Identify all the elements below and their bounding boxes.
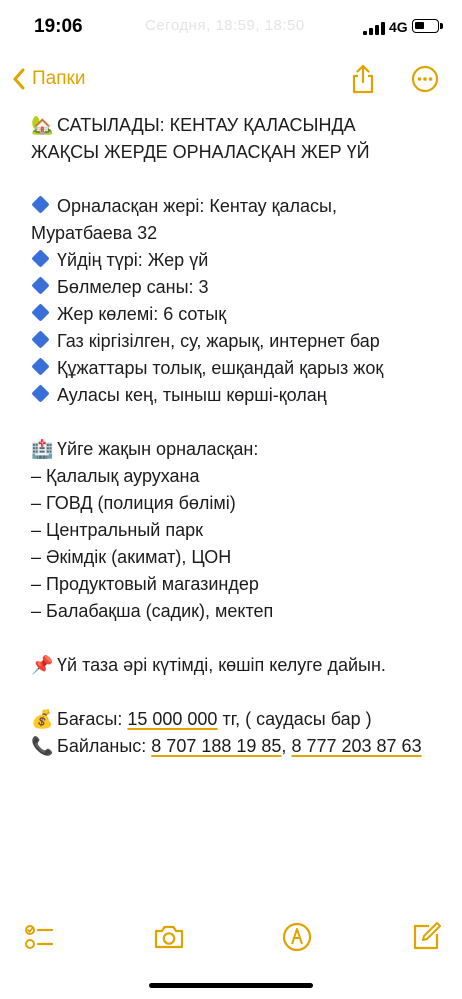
blue-diamond-icon [31, 195, 50, 214]
nearby-heading: 🏥 Үйге жақын орналасқан: [31, 436, 441, 463]
chevron-left-icon [13, 68, 25, 90]
house-with-garden-icon: 🏡 [31, 115, 54, 136]
detail-item: Үйдің түрі: Жер үй [31, 247, 441, 274]
status-time: 19:06 [34, 16, 83, 37]
blue-diamond-icon [31, 276, 50, 295]
nearby-item: – Балабақша (садик), мектеп [31, 601, 274, 621]
note-body[interactable]: 🏡 САТЫЛАДЫ: КЕНТАУ ҚАЛАСЫНДА ЖАҚСЫ ЖЕРДЕ … [31, 112, 441, 760]
detail-item: Құжаттары толық, ешқандай қарыз жоқ [31, 355, 441, 382]
nearby-item: – Қалалық аурухана [31, 466, 200, 486]
note-title: 🏡 САТЫЛАДЫ: КЕНТАУ ҚАЛАСЫНДА [31, 112, 441, 139]
nearby-item: – Центральный парк [31, 520, 204, 540]
back-label: Папки [32, 68, 86, 89]
detail-item: Орналасқан жері: Кентау қаласы, Муратбае… [31, 195, 337, 243]
camera-icon[interactable] [152, 920, 186, 954]
money-bag-icon: 💰 [31, 709, 54, 730]
more-options-icon[interactable] [411, 65, 439, 93]
price-line: 💰 Бағасы: 15 000 000 тг, ( саудасы бар ) [31, 706, 441, 733]
detail-item: Жер көлемі: 6 сотық [31, 301, 441, 328]
blue-diamond-icon [31, 303, 50, 322]
status-ghost-text: Сегодня, 18:59, 18:50 [145, 17, 305, 34]
network-type: 4G [389, 19, 408, 35]
note-title-continued: ЖАҚСЫ ЖЕРДЕ ОРНАЛАСҚАН ЖЕР ҮЙ [31, 142, 370, 162]
battery-icon [412, 19, 443, 33]
checklist-icon[interactable] [22, 920, 56, 954]
price-value-link[interactable]: 15 000 000 [127, 709, 217, 729]
detail-item: Газ кіргізілген, су, жарық, интернет бар [31, 328, 441, 355]
back-button[interactable]: Папки [12, 64, 85, 94]
nearby-item: – Әкімдік (акимат), ЦОН [31, 547, 232, 567]
status-bar: 19:06 Сегодня, 18:59, 18:50 4G [0, 0, 462, 56]
phone-link-2[interactable]: 8 777 203 87 63 [291, 736, 421, 756]
blue-diamond-icon [31, 330, 50, 349]
condition-line: 📌 Үй таза әрі күтімді, көшіп келуге дайын… [31, 652, 441, 679]
telephone-icon: 📞 [31, 736, 54, 757]
pushpin-icon: 📌 [31, 655, 54, 676]
contact-line: 📞 Байланыс: 8 707 188 19 85, 8 777 203 87… [31, 733, 441, 760]
markup-pen-icon[interactable] [280, 920, 314, 954]
blue-diamond-icon [31, 357, 50, 376]
blue-diamond-icon [31, 249, 50, 268]
home-indicator[interactable] [149, 983, 313, 988]
nearby-item: – Продуктовый магазиндер [31, 574, 259, 594]
signal-icon [363, 22, 385, 35]
hospital-icon: 🏥 [31, 439, 54, 460]
nearby-item: – ГОВД (полиция бөлімі) [31, 493, 236, 513]
phone-link-1[interactable]: 8 707 188 19 85 [151, 736, 281, 756]
blue-diamond-icon [31, 384, 50, 403]
detail-item: Бөлмелер саны: 3 [31, 274, 441, 301]
share-icon[interactable] [350, 63, 376, 95]
compose-note-icon[interactable] [409, 920, 443, 954]
detail-item: Ауласы кең, тыныш көрші-қолаң [31, 382, 441, 409]
